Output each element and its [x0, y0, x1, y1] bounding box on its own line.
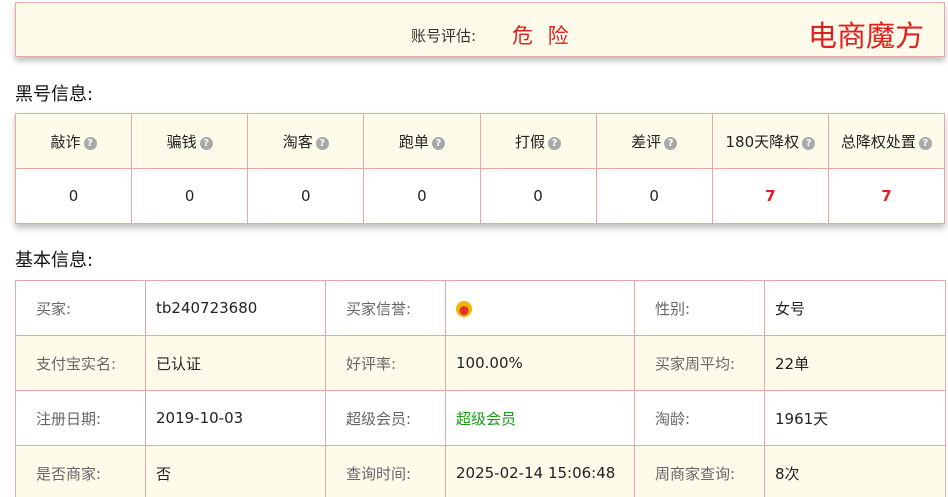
field-value: tb240723680 — [145, 280, 326, 336]
blacklist-header: 总降权处置? — [827, 113, 946, 169]
blacklist-value: 7 — [711, 168, 829, 224]
blacklist-value: 0 — [131, 168, 249, 224]
basic-info-table: 买家: tb240723680 买家信誉: 性别: 女号 支付宝实名: 已认证 … — [15, 280, 946, 497]
field-value: 2019-10-03 — [145, 390, 326, 446]
field-label: 支付宝实名: — [15, 335, 146, 391]
blacklist-header: 敲诈? — [14, 113, 133, 169]
account-evaluation-banner: 账号评估: 危 险 电商魔方 — [15, 2, 945, 57]
basic-section-title: 基本信息: — [15, 250, 94, 271]
field-label: 性别: — [634, 280, 765, 336]
account-evaluation-value: 危 险 — [512, 24, 573, 48]
help-icon[interactable]: ? — [802, 136, 816, 150]
report-page: 账号评估: 危 险 电商魔方 黑号信息: 敲诈? 骗钱? 淘客? 跑单? 打假?… — [0, 0, 948, 497]
help-icon[interactable]: ? — [431, 136, 445, 150]
crown-icon — [456, 301, 472, 317]
blacklist-value: 0 — [595, 168, 713, 224]
table-row: 注册日期: 2019-10-03 超级会员: 超级会员 淘龄: 1961天 — [15, 390, 946, 446]
brand-logo: 电商魔方 — [807, 19, 924, 53]
blacklist-header: 骗钱? — [131, 113, 249, 169]
help-icon[interactable]: ? — [918, 136, 932, 150]
blacklist-header: 打假? — [479, 113, 597, 169]
blacklist-header: 180天降权? — [711, 113, 829, 169]
buyer-credit-value — [445, 280, 635, 336]
blacklist-value: 0 — [479, 168, 597, 224]
field-label: 查询时间: — [325, 445, 446, 497]
help-icon[interactable]: ? — [548, 136, 562, 150]
field-value: 1961天 — [764, 390, 946, 446]
field-value: 2025-02-14 15:06:48 — [445, 445, 635, 497]
blacklist-value: 7 — [827, 168, 946, 224]
field-value: 100.00% — [445, 335, 635, 391]
field-label: 买家信誉: — [325, 280, 446, 336]
blacklist-value: 0 — [14, 168, 133, 224]
field-value: 8次 — [764, 445, 946, 497]
field-label: 注册日期: — [15, 390, 146, 446]
blacklist-table: 敲诈? 骗钱? 淘客? 跑单? 打假? 差评? 180天降权? 总降权处置? 0… — [14, 113, 946, 224]
field-value: 已认证 — [145, 335, 326, 391]
account-evaluation-label: 账号评估: — [411, 27, 477, 45]
super-member-value: 超级会员 — [445, 390, 635, 446]
table-row: 支付宝实名: 已认证 好评率: 100.00% 买家周平均: 22单 — [15, 335, 946, 391]
help-icon[interactable]: ? — [83, 136, 97, 150]
blacklist-header: 跑单? — [363, 113, 481, 169]
field-value: 22单 — [764, 335, 946, 391]
field-label: 买家: — [15, 280, 146, 336]
field-label: 超级会员: — [325, 390, 446, 446]
field-value: 女号 — [764, 280, 946, 336]
field-label: 淘龄: — [634, 390, 765, 446]
table-row: 买家: tb240723680 买家信誉: 性别: 女号 — [15, 280, 946, 336]
blacklist-header: 差评? — [595, 113, 713, 169]
field-label: 好评率: — [325, 335, 446, 391]
blacklist-header: 淘客? — [247, 113, 365, 169]
field-label: 买家周平均: — [634, 335, 765, 391]
field-value: 否 — [145, 445, 326, 497]
field-label: 周商家查询: — [634, 445, 765, 497]
blacklist-value: 0 — [247, 168, 365, 224]
field-label: 是否商家: — [15, 445, 146, 497]
help-icon[interactable]: ? — [199, 136, 213, 150]
blacklist-value: 0 — [363, 168, 481, 224]
help-icon[interactable]: ? — [315, 136, 329, 150]
blacklist-section-title: 黑号信息: — [15, 84, 94, 105]
blacklist-value-row: 0 0 0 0 0 0 7 7 — [14, 168, 946, 224]
blacklist-header-row: 敲诈? 骗钱? 淘客? 跑单? 打假? 差评? 180天降权? 总降权处置? — [14, 113, 946, 169]
help-icon[interactable]: ? — [664, 136, 678, 150]
table-row: 是否商家: 否 查询时间: 2025-02-14 15:06:48 周商家查询:… — [15, 445, 946, 497]
